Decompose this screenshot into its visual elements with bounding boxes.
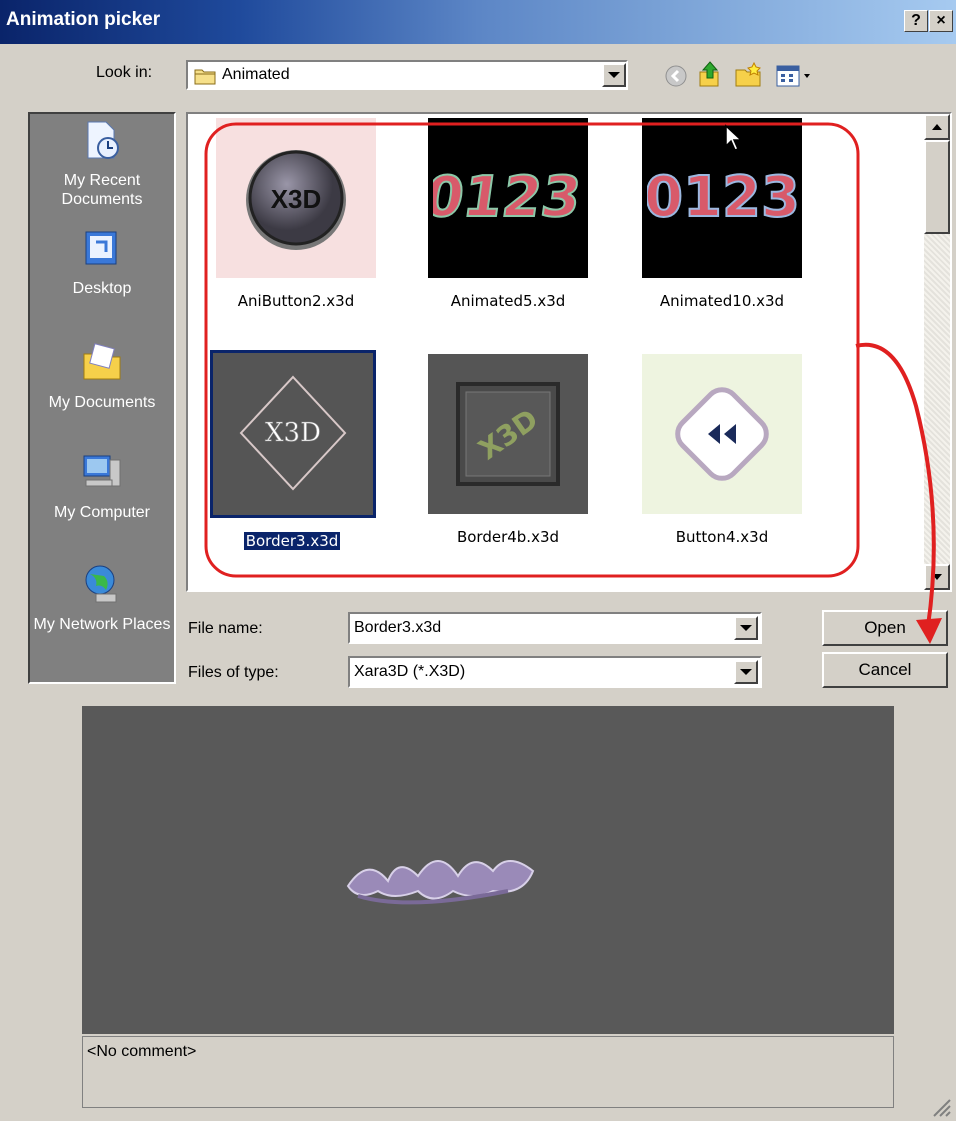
place-recent-documents[interactable]: My Recent Documents (30, 118, 174, 209)
chevron-down-icon (740, 625, 752, 631)
vertical-scrollbar[interactable] (924, 114, 950, 590)
place-label: My Recent Documents (61, 172, 143, 208)
file-type-dropdown-button[interactable] (734, 660, 758, 684)
file-name: Animated5.x3d (450, 292, 566, 310)
chevron-down-icon (740, 669, 752, 675)
animation-preview (82, 706, 894, 1034)
scroll-up-button[interactable] (924, 114, 950, 140)
open-button[interactable]: Open (822, 610, 948, 646)
cancel-button[interactable]: Cancel (822, 652, 948, 688)
border4b-thumbnail: X3D (456, 382, 560, 486)
thumbnail-text: X3D (271, 184, 322, 214)
my-documents-icon (83, 343, 121, 380)
file-name: Button4.x3d (675, 528, 769, 546)
place-my-documents[interactable]: My Documents (30, 340, 174, 412)
file-item[interactable]: Button4.x3d (640, 354, 804, 546)
file-item[interactable]: X3D AniButton2.x3d (214, 118, 378, 310)
scroll-thumb[interactable] (924, 140, 950, 234)
arrow-up-icon (932, 124, 942, 130)
my-computer-icon (83, 455, 121, 487)
places-bar: My Recent Documents Desktop My Documents… (28, 112, 176, 684)
thumbnail-text: 0123 (433, 165, 583, 230)
file-name-field[interactable]: Border3.x3d (354, 619, 441, 637)
place-desktop[interactable]: Desktop (30, 226, 174, 298)
place-label: Desktop (72, 280, 132, 297)
comment-box: <No comment> (82, 1036, 894, 1108)
look-in-combo[interactable]: Animated (186, 60, 628, 90)
thumbnail-text: 0123 (647, 165, 797, 230)
arrow-down-icon (932, 574, 942, 580)
border-thumbnail: X3D (239, 375, 347, 491)
file-name: AniButton2.x3d (237, 292, 355, 310)
thumbnail: X3D (216, 118, 376, 278)
place-label: My Computer (53, 504, 151, 521)
mouse-pointer-icon (725, 124, 743, 151)
file-list[interactable]: X3D AniButton2.x3d 0123 Animated5.x3d 01… (186, 112, 952, 592)
chevron-down-icon (608, 72, 620, 78)
place-label: My Network Places (33, 616, 171, 633)
close-button[interactable]: × (929, 10, 953, 32)
selected-file-label: Border3.x3d (242, 531, 342, 551)
back-icon[interactable] (664, 64, 688, 88)
file-name-label: File name: (188, 620, 263, 637)
help-button[interactable]: ? (904, 10, 928, 32)
digits-thumbnail: 0123 (647, 164, 797, 231)
file-name-combo[interactable]: Border3.x3d (348, 612, 762, 644)
file-item[interactable]: 0123 Animated10.x3d (640, 118, 804, 310)
thumbnail: X3D (210, 350, 376, 518)
folder-icon (194, 69, 216, 85)
desktop-icon (85, 231, 117, 265)
file-name-dropdown-button[interactable] (734, 616, 758, 640)
look-in-label: Look in: (96, 64, 153, 81)
thumbnail-text: X3D (265, 418, 321, 448)
digits-thumbnail: 0123 (433, 164, 583, 231)
file-type-value: Xara3D (*.X3D) (354, 663, 466, 680)
new-folder-icon[interactable] (734, 62, 762, 88)
comment-text: <No comment> (87, 1043, 197, 1060)
file-item[interactable]: X3D Border4b.x3d (426, 354, 590, 546)
thumbnail: X3D (428, 354, 588, 514)
file-type-combo[interactable]: Xara3D (*.X3D) (348, 656, 762, 688)
resize-grip-icon[interactable] (930, 1096, 952, 1118)
file-item-selected[interactable]: X3D Border3.x3d (210, 350, 376, 551)
window-title: Animation picker (6, 9, 161, 30)
file-type-label: Files of type: (188, 664, 279, 681)
file-item[interactable]: 0123 Animated5.x3d (426, 118, 590, 310)
x3d-button-thumbnail: X3D (246, 150, 346, 250)
look-in-value: Animated (222, 66, 290, 83)
place-my-network[interactable]: My Network Places (30, 562, 174, 634)
place-label: My Documents (48, 394, 156, 411)
my-network-places-icon (85, 565, 117, 603)
preview-artwork (346, 860, 535, 905)
place-my-computer[interactable]: My Computer (30, 450, 174, 522)
file-name: Border4b.x3d (456, 528, 560, 546)
thumbnail (642, 354, 802, 514)
title-bar: Animation picker ? × (0, 0, 956, 44)
thumbnail: 0123 (428, 118, 588, 278)
scroll-down-button[interactable] (924, 564, 950, 590)
thumbnail: 0123 (642, 118, 802, 278)
recent-documents-icon (87, 121, 119, 159)
views-menu-icon[interactable] (776, 64, 816, 88)
file-name: Animated10.x3d (659, 292, 785, 310)
file-name: Border3.x3d (210, 531, 374, 551)
up-folder-icon[interactable] (696, 60, 724, 90)
rewind-button-thumbnail (675, 387, 769, 481)
look-in-dropdown-button[interactable] (602, 63, 626, 87)
